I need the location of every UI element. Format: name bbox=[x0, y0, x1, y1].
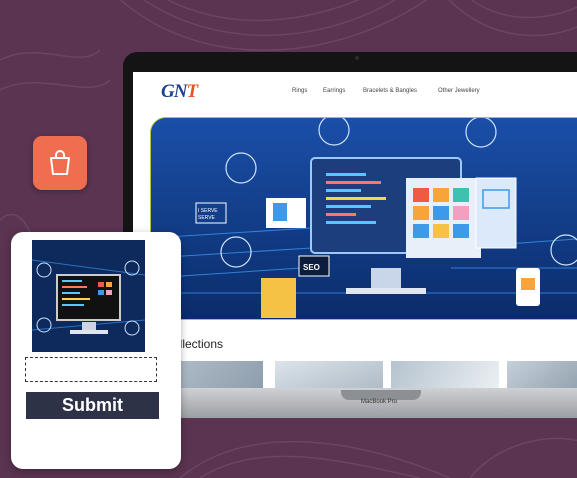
shopping-bag-icon bbox=[50, 150, 70, 175]
collection-card-3[interactable] bbox=[391, 361, 499, 390]
site-logo[interactable]: GNT bbox=[161, 81, 198, 103]
hero-illustration: I SERVE SERVE SEO bbox=[151, 118, 577, 319]
svg-text:I SERVE: I SERVE bbox=[198, 208, 218, 214]
shopping-bag-button[interactable] bbox=[33, 136, 87, 190]
laptop-screen: GNT Rings Earrings Bracelets & Bangles O… bbox=[133, 72, 577, 390]
text-input-field[interactable] bbox=[25, 357, 157, 382]
nav-bracelets-bangles[interactable]: Bracelets & Bangles bbox=[363, 88, 417, 94]
nav-other-jewellery[interactable]: Other Jewellery bbox=[438, 88, 480, 94]
hero-banner[interactable]: I SERVE SERVE SEO bbox=[150, 117, 577, 320]
form-card: Submit bbox=[11, 232, 181, 469]
form-preview-image bbox=[32, 240, 145, 352]
site-header: GNT Rings Earrings Bracelets & Bangles O… bbox=[133, 72, 577, 118]
laptop-camera bbox=[355, 56, 359, 60]
collection-card-4[interactable] bbox=[507, 361, 577, 390]
nav-rings[interactable]: Rings bbox=[292, 88, 307, 94]
svg-text:SERVE: SERVE bbox=[198, 215, 216, 221]
collection-card-2[interactable] bbox=[275, 361, 383, 390]
nav-earrings[interactable]: Earrings bbox=[323, 88, 345, 94]
laptop-brand: MacBook Pro bbox=[361, 399, 398, 405]
hero-seo-badge: SEO bbox=[303, 263, 320, 272]
submit-button[interactable]: Submit bbox=[26, 392, 159, 419]
